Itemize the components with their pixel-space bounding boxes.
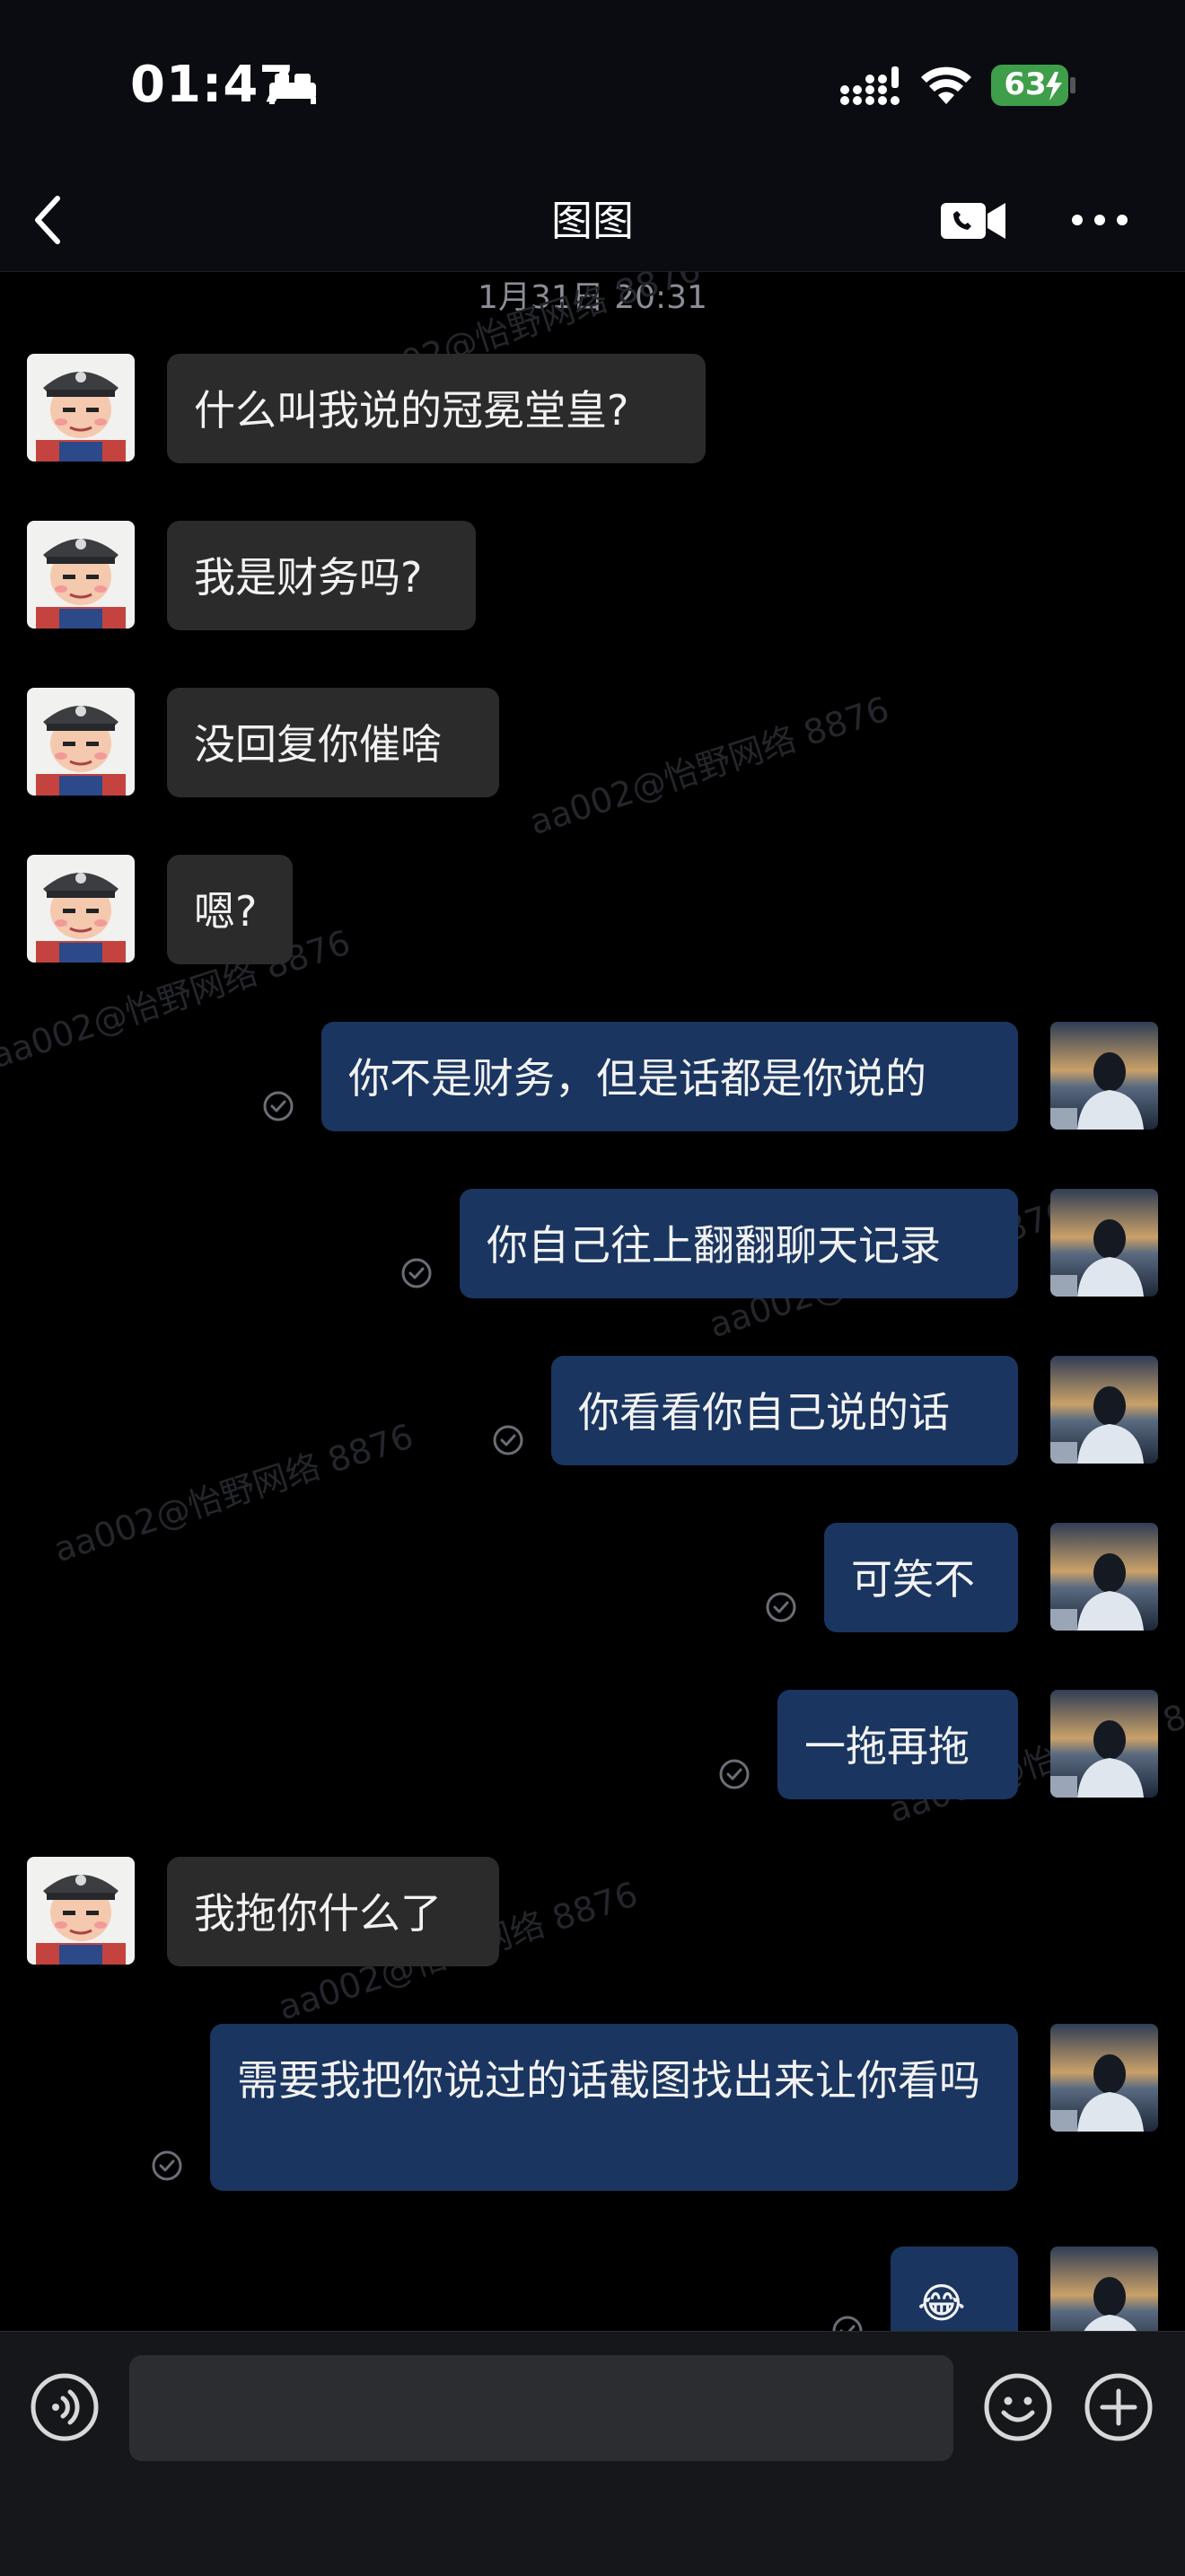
- message-input[interactable]: [129, 2355, 953, 2461]
- avatar[interactable]: [1050, 2246, 1158, 2331]
- read-receipt-icon: [765, 1591, 797, 1623]
- message-bubble[interactable]: 可笑不: [824, 1523, 1018, 1632]
- avatar[interactable]: [1050, 1356, 1158, 1464]
- avatar[interactable]: [1050, 2024, 1158, 2132]
- incoming-message: 嗯?: [0, 855, 1185, 964]
- message-bubble[interactable]: 没回复你催啥: [167, 688, 499, 797]
- wifi-icon: [921, 66, 971, 104]
- message-bubble[interactable]: 你看看你自己说的话: [551, 1356, 1018, 1465]
- plus-icon[interactable]: [1083, 2371, 1154, 2443]
- incoming-message: 我拖你什么了: [0, 1857, 1185, 1966]
- message-bubble[interactable]: 你自己往上翻翻聊天记录: [460, 1189, 1018, 1298]
- avatar[interactable]: [27, 855, 135, 963]
- incoming-message: 我是财务吗?: [0, 521, 1185, 630]
- message-bubble[interactable]: 😂: [891, 2246, 1018, 2331]
- message-bubble[interactable]: 什么叫我说的冠冕堂皇?: [167, 354, 706, 463]
- avatar[interactable]: [1050, 1189, 1158, 1297]
- read-receipt-icon: [831, 2315, 864, 2331]
- avatar[interactable]: [1050, 1690, 1158, 1798]
- incoming-message: 没回复你催啥: [0, 688, 1185, 797]
- battery-level: 63: [1004, 66, 1047, 102]
- voice-icon[interactable]: [29, 2371, 101, 2443]
- message-bubble[interactable]: 一拖再拖: [777, 1690, 1018, 1799]
- outgoing-message: 可笑不: [0, 1523, 1185, 1632]
- read-receipt-icon: [492, 1424, 524, 1456]
- read-receipt-icon: [718, 1758, 750, 1790]
- sleep-mode-icon: [269, 74, 316, 104]
- outgoing-message: 你不是财务，但是话都是你说的: [0, 1022, 1185, 1131]
- video-call-icon[interactable]: [939, 196, 1007, 246]
- message-bubble[interactable]: 我拖你什么了: [167, 1857, 499, 1966]
- outgoing-message: 需要我把你说过的话截图找出来让你看吗: [0, 2024, 1185, 2191]
- outgoing-message: 你看看你自己说的话: [0, 1356, 1185, 1465]
- outgoing-message: 你自己往上翻翻聊天记录: [0, 1189, 1185, 1298]
- outgoing-message: 😂: [0, 2246, 1185, 2331]
- read-receipt-icon: [262, 1090, 294, 1122]
- read-receipt-icon: [151, 2150, 183, 2182]
- avatar[interactable]: [1050, 1022, 1158, 1130]
- incoming-message: 什么叫我说的冠冕堂皇?: [0, 354, 1185, 463]
- emoji-icon[interactable]: [982, 2371, 1054, 2443]
- input-bar: [0, 2331, 1185, 2576]
- avatar[interactable]: [1050, 1523, 1158, 1631]
- cellular-signal-icon: [840, 66, 900, 105]
- message-bubble[interactable]: 嗯?: [167, 855, 293, 964]
- message-bubble[interactable]: 我是财务吗?: [167, 521, 476, 630]
- message-bubble[interactable]: 需要我把你说过的话截图找出来让你看吗: [210, 2024, 1018, 2191]
- message-bubble[interactable]: 你不是财务，但是话都是你说的: [321, 1022, 1018, 1131]
- outgoing-message: 一拖再拖: [0, 1690, 1185, 1799]
- avatar[interactable]: [27, 1857, 135, 1965]
- read-receipt-icon: [400, 1257, 433, 1289]
- message-list[interactable]: 1月31日 20:31 aa002@怡野网络 8876 aa002@怡野网络 8…: [0, 271, 1185, 2331]
- avatar[interactable]: [27, 354, 135, 462]
- status-bar: 01:47 63: [0, 0, 1185, 171]
- more-icon[interactable]: [1068, 202, 1131, 238]
- avatar[interactable]: [27, 521, 135, 629]
- chat-header: 图图: [0, 171, 1185, 272]
- page-title: 图图: [551, 197, 634, 245]
- avatar[interactable]: [27, 688, 135, 796]
